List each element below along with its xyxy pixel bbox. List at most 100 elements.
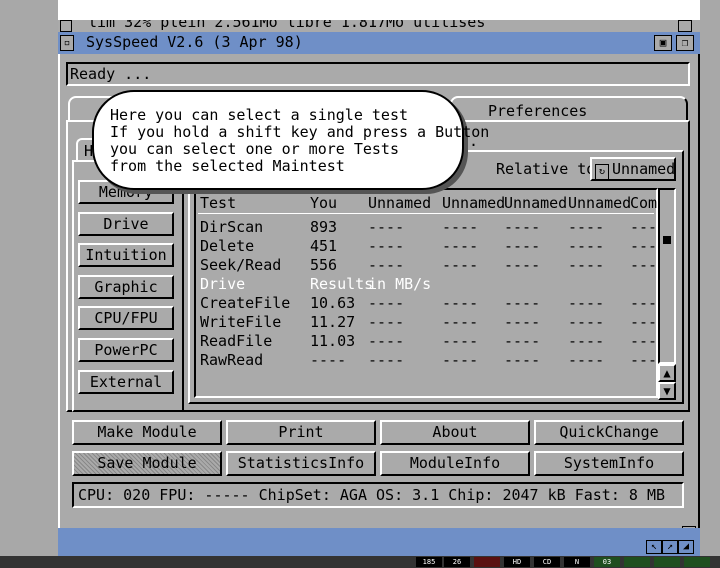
result-cell-com: --- [630,351,658,369]
result-cell-unnamed-2: ---- [442,351,479,369]
scrollbar-knob[interactable] [663,236,671,244]
result-cell-unnamed-1: ---- [368,237,405,255]
category-button-cpu-fpu[interactable]: CPU/FPU [78,306,174,330]
status-item-1: 185 [416,557,442,567]
result-cell-unnamed-4: ---- [568,256,605,274]
result-cell-you: 11.03 [310,332,356,350]
result-cell-unnamed-2: ---- [442,313,479,331]
tooltip-line-4: from the selected Maintest [110,157,345,175]
depth-gadget-icon[interactable]: ❐ [676,35,694,51]
status-text: Ready ... [70,65,152,83]
status-item-n: N [564,557,590,567]
relative-cycle-button[interactable]: ↻ Unnamed [590,157,676,181]
result-cell-unnamed-3: ---- [504,332,541,350]
screen-corner-gadgets[interactable]: ↖ ↗ ◢ [646,540,698,554]
result-cell-unnamed-3: ---- [504,237,541,255]
result-cell-you: 451 [310,237,338,255]
close-gadget[interactable]: ▫ [60,35,74,51]
cycle-icon: ↻ [595,164,609,180]
scroll-up-arrow-icon[interactable]: ▲ [658,364,676,382]
print-button[interactable]: Print [226,420,376,445]
header-unnamed-2: Unnamed [442,194,506,212]
result-cell-unnamed-2: ---- [442,332,479,350]
status-item-8 [624,557,650,567]
header-you: You [310,194,338,212]
background-title-text: lim 32% plein 2.561Mo libre 1.817Mo util… [88,20,486,31]
tooltip-line-2: If you hold a shift key and press a Butt… [110,123,490,141]
status-field: Ready ... [66,62,690,86]
arrow-right-icon[interactable]: ↗ [662,540,678,554]
help-tooltip: Here you can select a single test If you… [92,90,489,190]
category-button-powerpc[interactable]: PowerPC [78,338,174,362]
result-cell-com: --- [630,313,658,331]
result-cell-unnamed-4: ---- [568,313,605,331]
result-cell-unnamed-1: ---- [368,332,405,350]
status-item-cd: CD [534,557,560,567]
make-module-button[interactable]: Make Module [72,420,222,445]
result-cell-test: DirScan [200,218,264,236]
relative-value: Unnamed [612,160,676,178]
screen-left-strip [0,0,58,568]
about-button[interactable]: About [380,420,530,445]
quickchange-button[interactable]: QuickChange [534,420,684,445]
header-com: Com [630,194,658,212]
result-cell-unnamed-4: ---- [568,332,605,350]
result-cell-unnamed-3: ---- [504,294,541,312]
status-item-10 [684,557,710,567]
result-cell-unnamed-1: in MB/s [368,275,432,293]
result-cell-com: --- [630,332,658,350]
header-unnamed-4: Unnamed [568,194,632,212]
header-unnamed-1: Unnamed [368,194,432,212]
result-cell-unnamed-4: ---- [568,218,605,236]
result-cell-you: 556 [310,256,338,274]
resize-icon[interactable]: ◢ [678,540,694,554]
results-scrollbar[interactable] [658,188,676,364]
result-cell-unnamed-2: ---- [442,256,479,274]
sysinfo-text: CPU: 020 FPU: ----- ChipSet: AGA OS: 3.1… [78,486,665,504]
result-cell-test: CreateFile [200,294,291,312]
tab-preferences-label: Preferences [488,102,588,120]
result-cell-test: WriteFile [200,313,282,331]
result-cell-test: ReadFile [200,332,273,350]
window-bottom-bar [58,528,700,544]
statisticsinfo-button[interactable]: StatisticsInfo [226,451,376,476]
result-cell-test: Delete [200,237,255,255]
scroll-down-arrow-icon[interactable]: ▼ [658,382,676,400]
background-depth-gadget[interactable] [678,20,692,32]
result-cell-com: --- [630,256,658,274]
result-cell-unnamed-3: ---- [504,256,541,274]
status-item-03: 03 [594,557,620,567]
result-cell-com: --- [630,237,658,255]
result-cell-unnamed-3: ---- [504,351,541,369]
status-item-9 [654,557,680,567]
result-cell-com: --- [630,294,658,312]
window-title: SysSpeed V2.6 (3 Apr 98) [86,33,303,51]
result-cell-test: Drive [200,275,246,293]
status-item-2: 26 [444,557,470,567]
category-button-graphic[interactable]: Graphic [78,275,174,299]
category-button-external[interactable]: External [78,370,174,394]
screen-right-strip [700,0,720,568]
status-item-3 [474,557,500,567]
systeminfo-button[interactable]: SystemInfo [534,451,684,476]
save-module-button[interactable]: Save Module [72,451,222,476]
relative-label: Relative to [496,160,596,178]
results-list[interactable]: Test You Unnamed Unnamed Unnamed Unnamed… [194,188,658,398]
tooltip-line-3: you can select one or more Tests [110,140,399,158]
category-button-intuition[interactable]: Intuition [78,243,174,267]
result-cell-unnamed-3: ---- [504,218,541,236]
background-close-gadget[interactable] [60,20,72,32]
result-cell-unnamed-2: ---- [442,218,479,236]
result-cell-you: ---- [310,351,347,369]
result-cell-unnamed-4: ---- [568,237,605,255]
header-unnamed-3: Unnamed [504,194,568,212]
window-titlebar[interactable]: ▫ SysSpeed V2.6 (3 Apr 98) ▣ ❐ [58,32,700,54]
zoom-gadget-icon[interactable]: ▣ [654,35,672,51]
moduleinfo-button[interactable]: ModuleInfo [380,451,530,476]
tab-preferences[interactable]: Preferences [450,96,688,122]
arrow-left-icon[interactable]: ↖ [646,540,662,554]
result-cell-you: 11.27 [310,313,356,331]
result-cell-unnamed-1: ---- [368,218,405,236]
result-cell-you: Results [310,275,374,293]
category-button-drive[interactable]: Drive [78,212,174,236]
